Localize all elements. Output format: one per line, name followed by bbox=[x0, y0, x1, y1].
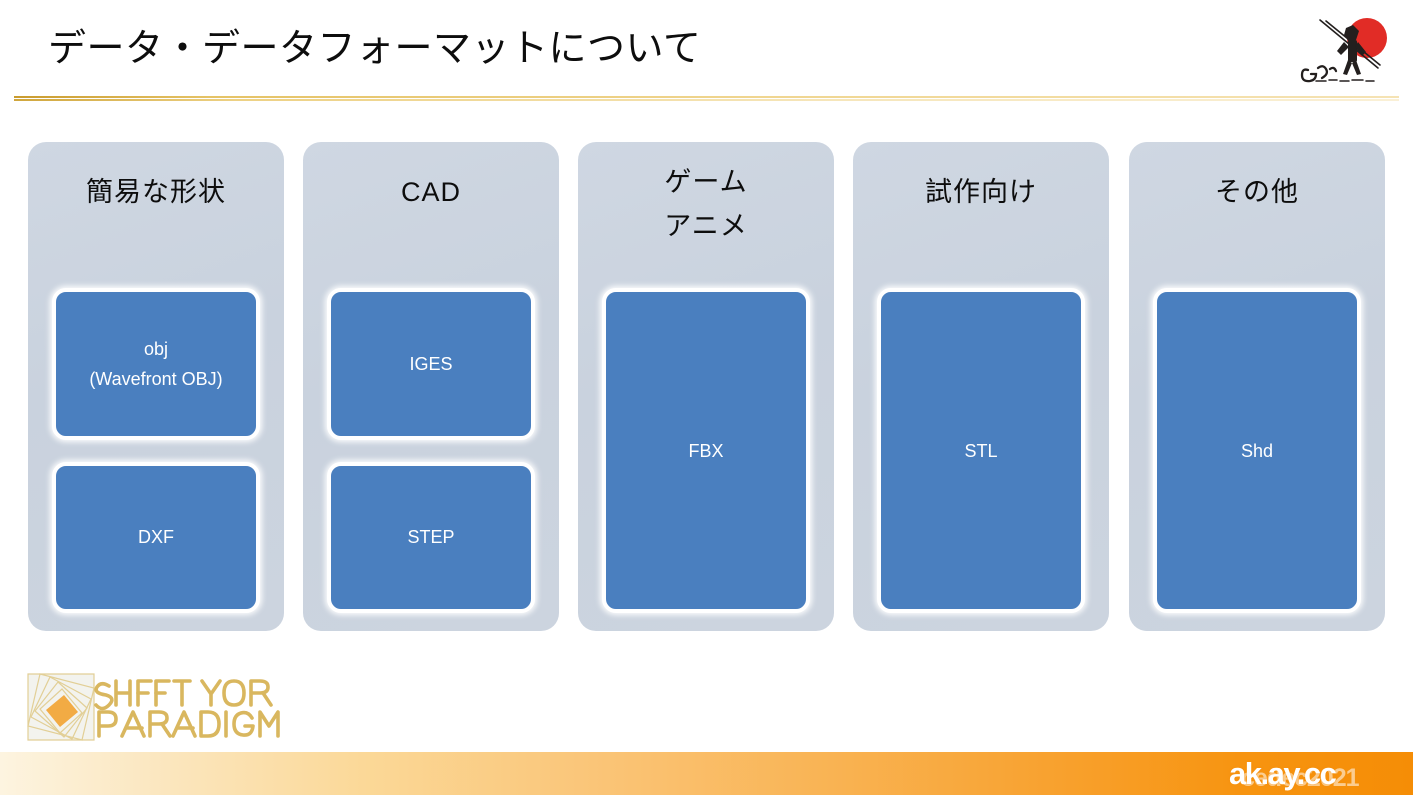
title-divider bbox=[14, 96, 1399, 101]
format-chip[interactable]: STEP bbox=[327, 461, 535, 613]
format-chip[interactable]: DXF bbox=[52, 461, 260, 613]
format-card-heading: 簡易な形状 bbox=[28, 142, 284, 214]
format-chip-stack: Shd bbox=[1153, 288, 1361, 613]
format-chip-stack: IGES STEP bbox=[327, 288, 535, 613]
format-chip-stack: FBX bbox=[602, 288, 810, 613]
format-chip-label: DXF bbox=[138, 527, 174, 548]
format-card[interactable]: 簡易な形状 obj (Wavefront OBJ) DXF bbox=[28, 142, 284, 631]
format-chip[interactable]: IGES bbox=[327, 288, 535, 440]
band-watermark: cedec2021 ak.ay.cc bbox=[1227, 753, 1407, 795]
format-chip[interactable]: FBX bbox=[602, 288, 810, 613]
format-card-heading: CAD bbox=[303, 142, 559, 214]
divider-line-top bbox=[14, 96, 1399, 98]
brand-logo bbox=[1296, 12, 1408, 90]
format-chip[interactable]: STL bbox=[877, 288, 1085, 613]
format-card[interactable]: ゲームアニメ FBX bbox=[578, 142, 834, 631]
format-chip[interactable]: Shd bbox=[1153, 288, 1361, 613]
format-chip-stack: STL bbox=[877, 288, 1085, 613]
divider-line-bottom bbox=[14, 99, 1399, 101]
format-card-heading-line: アニメ bbox=[664, 211, 748, 241]
format-card-heading: その他 bbox=[1129, 142, 1385, 214]
format-card-heading-line: 簡易な形状 bbox=[86, 177, 226, 207]
format-card-heading: ゲーム アニメ bbox=[578, 142, 834, 248]
watermark-site-text: ak.ay.cc bbox=[1229, 756, 1337, 791]
format-card[interactable]: その他 Shd bbox=[1129, 142, 1385, 631]
format-card-heading-line: CAD bbox=[400, 177, 461, 207]
format-card-heading: 試作向け bbox=[853, 142, 1109, 214]
format-card-heading-line: 試作向け bbox=[925, 177, 1037, 207]
format-chip-label: FBX bbox=[688, 440, 724, 461]
format-chip-stack: obj (Wavefront OBJ) DXF bbox=[52, 288, 260, 613]
format-card[interactable]: 試作向け STL bbox=[853, 142, 1109, 631]
format-chip-sublabel: (Wavefront OBJ) bbox=[89, 368, 223, 389]
format-chip-label: STL bbox=[964, 440, 998, 461]
page-title: データ・データフォーマットについて bbox=[48, 28, 702, 70]
shift-your-paradigm-logo bbox=[20, 668, 282, 746]
format-card-heading-line: その他 bbox=[1215, 177, 1299, 207]
bottom-brand-band: cedec2021 ak.ay.cc bbox=[0, 752, 1413, 795]
format-card[interactable]: CAD IGES STEP bbox=[303, 142, 559, 631]
format-chip-label: IGES bbox=[409, 353, 453, 374]
format-chip-label: STEP bbox=[407, 527, 455, 548]
format-chip-label: Shd bbox=[1240, 440, 1274, 461]
format-chip[interactable]: obj (Wavefront OBJ) bbox=[52, 288, 260, 440]
slide-canvas: データ・データフォーマットについて 簡易な形状 obj (Wavefront O… bbox=[0, 0, 1413, 795]
format-chip-label: obj bbox=[143, 338, 169, 359]
format-card-heading-line: ゲーム bbox=[664, 167, 748, 197]
